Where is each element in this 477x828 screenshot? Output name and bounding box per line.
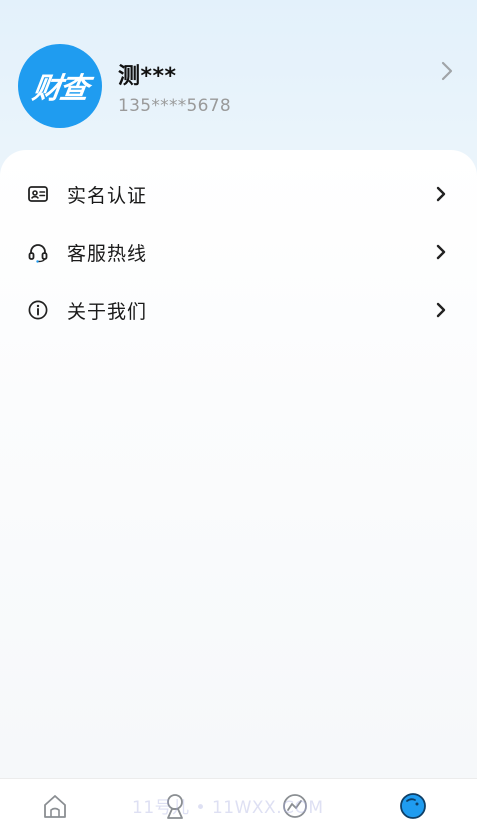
headset-icon: [28, 244, 48, 263]
profile-name: 测***: [118, 64, 177, 89]
chevron-right-icon[interactable]: [437, 58, 457, 84]
home-icon: [44, 795, 66, 818]
profile-header[interactable]: 财查 测*** 135****5678: [0, 0, 477, 150]
profile-phone: 135****5678: [118, 96, 232, 116]
menu-item-label: 实名认证: [67, 184, 148, 207]
chevron-right-icon: [436, 302, 446, 318]
menu-item-real-name-auth[interactable]: 实名认证: [0, 166, 477, 222]
tab-home[interactable]: [0, 779, 119, 828]
avatar[interactable]: 财查: [18, 44, 102, 128]
menu-item-label: 关于我们: [67, 300, 148, 323]
menu-item-about-us[interactable]: 关于我们: [0, 282, 477, 338]
profile-icon: [400, 793, 426, 819]
avatar-logo-text: 财查: [30, 71, 90, 105]
menu-item-customer-service[interactable]: 客服热线: [0, 224, 477, 280]
tab-profile[interactable]: [357, 779, 476, 828]
watermark-text: 11号儿 • 11WXX.COM: [132, 798, 324, 818]
bottom-tab-bar: 11号儿 • 11WXX.COM: [0, 778, 477, 828]
id-card-icon: [28, 186, 48, 202]
menu-item-label: 客服热线: [67, 242, 148, 265]
info-icon: [28, 300, 48, 320]
menu-card: 实名认证 客服热线 关于我们: [0, 150, 477, 778]
chevron-right-icon: [436, 244, 446, 260]
chevron-right-icon: [436, 186, 446, 202]
